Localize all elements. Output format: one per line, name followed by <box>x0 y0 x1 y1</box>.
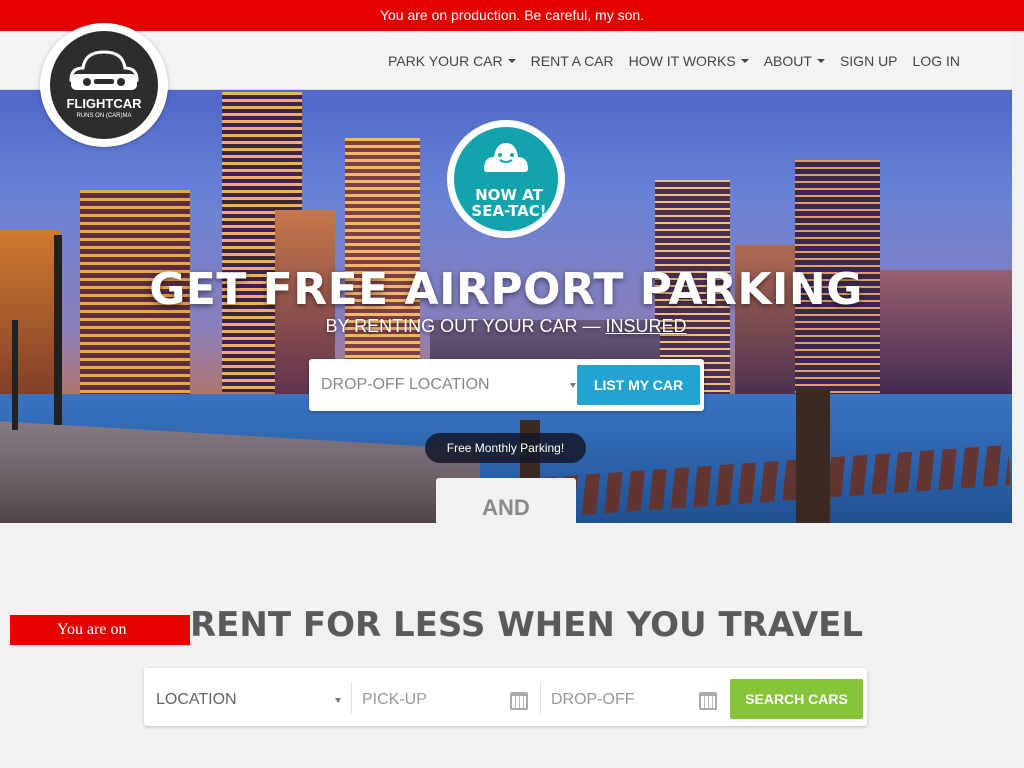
nav-log-in-label: LOG IN <box>912 52 960 69</box>
dropoff-location-placeholder: DROP-OFF LOCATION <box>321 376 490 393</box>
list-my-car-button[interactable]: LIST MY CAR <box>577 365 700 405</box>
dropdown-arrow-icon <box>570 383 576 388</box>
flightcar-logo[interactable]: FLIGHTCAR RUNS ON (CAR)MA <box>40 23 168 147</box>
dropoff-date-placeholder: DROP-OFF <box>551 691 635 708</box>
page-scrollbar[interactable] <box>1012 31 1024 768</box>
location-placeholder: LOCATION <box>156 691 237 708</box>
badge-line-1: NOW AT <box>475 186 543 204</box>
chevron-down-icon <box>816 58 825 63</box>
nav-park-your-car[interactable]: PARK YOUR CAR <box>388 53 516 69</box>
pickup-placeholder: PICK-UP <box>362 691 427 708</box>
sea-tac-badge-circle: NOW AT SEA-TAC! <box>451 124 561 234</box>
nav-about[interactable]: ABOUT <box>764 53 825 69</box>
location-select[interactable]: LOCATION <box>156 668 341 726</box>
nav-park-your-car-label: PARK YOUR CAR <box>388 52 503 69</box>
calendar-icon[interactable] <box>699 692 717 710</box>
environment-side-badge: You are on <box>10 615 190 645</box>
smiling-car-icon <box>484 143 528 172</box>
nav-about-label: ABOUT <box>763 52 812 69</box>
free-monthly-parking-pill[interactable]: Free Monthly Parking! <box>425 433 586 463</box>
dropdown-arrow-icon <box>335 698 341 703</box>
nav-log-in[interactable]: LOG IN <box>913 53 960 69</box>
page: You are on production. Be careful, my so… <box>0 0 1024 768</box>
calendar-icon[interactable] <box>510 692 528 710</box>
search-cars-button[interactable]: SEARCH CARS <box>730 679 863 719</box>
production-warning-banner: You are on production. Be careful, my so… <box>0 0 1024 31</box>
logo-brand: FLIGHTCAR <box>66 96 142 111</box>
hero-subtitle: BY RENTING OUT YOUR CAR — INSURED <box>0 316 1012 337</box>
and-divider-tab: AND <box>436 478 576 523</box>
nav-sign-up-label: SIGN UP <box>839 52 898 69</box>
nav-rent-a-car-label: RENT A CAR <box>530 52 614 69</box>
sea-tac-badge[interactable]: NOW AT SEA-TAC! <box>447 120 565 238</box>
field-divider <box>540 682 541 714</box>
nav-how-it-works-label: HOW IT WORKS <box>628 52 736 69</box>
chevron-down-icon <box>740 58 749 63</box>
chevron-down-icon <box>507 58 516 63</box>
mooring-post <box>796 390 830 523</box>
sea-tac-badge-text: NOW AT SEA-TAC! <box>454 187 564 219</box>
hero-title: GET FREE AIRPORT PARKING <box>149 264 863 315</box>
nav-links: PARK YOUR CAR RENT A CAR HOW IT WORKS AB… <box>373 31 960 90</box>
rent-search-form: LOCATION PICK-UP DROP-OFF SEARCH CARS <box>144 668 867 726</box>
hero-subtitle-text: BY RENTING OUT YOUR CAR — <box>325 316 606 336</box>
dropoff-location-select[interactable]: DROP-OFF LOCATION <box>321 359 576 411</box>
badge-line-2: SEA-TAC! <box>471 202 547 220</box>
nav-how-it-works[interactable]: HOW IT WORKS <box>629 53 749 69</box>
logo-tagline: RUNS ON (CAR)MA <box>76 113 132 119</box>
logo-inner: FLIGHTCAR RUNS ON (CAR)MA <box>49 30 159 140</box>
list-car-form: DROP-OFF LOCATION LIST MY CAR <box>309 359 704 411</box>
nav-sign-up[interactable]: SIGN UP <box>840 53 898 69</box>
car-cloud-icon <box>50 31 158 139</box>
insured-link[interactable]: INSURED <box>606 316 687 336</box>
field-divider <box>351 682 352 714</box>
dropoff-date-input[interactable]: DROP-OFF <box>551 668 721 726</box>
rent-section-title: RENT FOR LESS WHEN YOU TRAVEL <box>190 605 864 645</box>
nav-rent-a-car[interactable]: RENT A CAR <box>531 53 614 69</box>
